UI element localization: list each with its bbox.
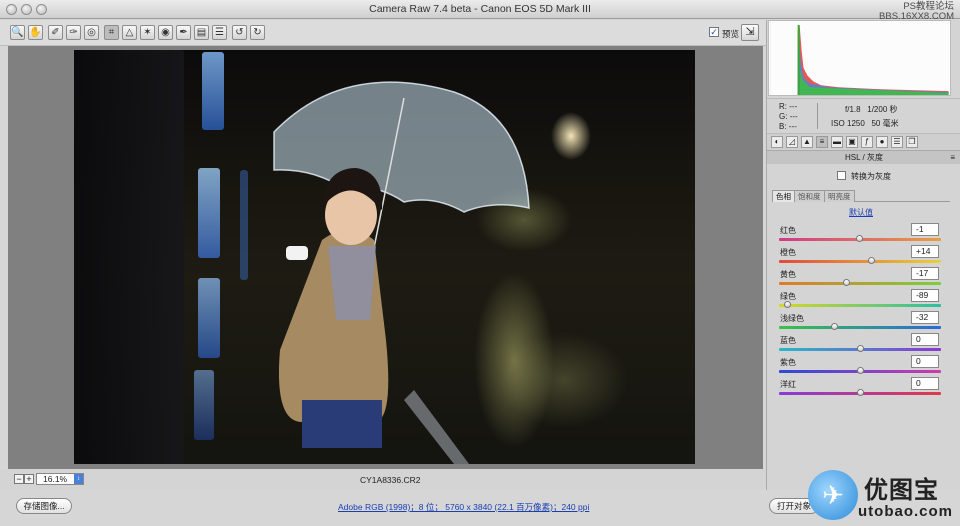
tab-tone-curve-icon[interactable]: ◿ — [786, 136, 798, 148]
default-values-link[interactable]: 默认值 — [849, 207, 873, 218]
slider-row: 黄色 -17 — [767, 267, 960, 289]
histogram — [768, 20, 951, 96]
rotate-left-icon[interactable]: ↺ — [232, 25, 247, 40]
panel-menu-icon[interactable]: ≡ — [950, 151, 955, 164]
right-panel: R: --- G: --- B: --- f/1.8 1/200 秒 ISO 1… — [766, 20, 960, 490]
slider-thumb[interactable] — [830, 323, 838, 330]
adjustment-brush-tool-icon[interactable]: ✒ — [176, 25, 191, 40]
watermark-url: utobao.com — [858, 503, 953, 520]
slider-thumb[interactable] — [842, 279, 850, 286]
exif-iso-focal: ISO 1250 50 毫米 — [831, 119, 899, 128]
crop-tool-icon[interactable]: ⌗ — [104, 25, 119, 40]
tab-lens-icon[interactable]: ▣ — [846, 136, 858, 148]
red-eye-tool-icon[interactable]: ◉ — [158, 25, 173, 40]
tab-detail-icon[interactable]: ▲ — [801, 136, 813, 148]
bird-logo-icon: ✈ — [808, 470, 858, 520]
zoom-level-value: 16.1% — [43, 474, 68, 484]
white-balance-tool-icon[interactable]: ✐ — [48, 25, 63, 40]
zoom-in-icon[interactable]: + — [24, 474, 34, 484]
slider-row: 洋红 0 — [767, 377, 960, 399]
slider-value-field[interactable]: -1 — [911, 223, 939, 236]
slider-row: 蓝色 0 — [767, 333, 960, 355]
slider-row: 红色 -1 — [767, 223, 960, 245]
slider-row: 浅绿色 -32 — [767, 311, 960, 333]
slider-thumb[interactable] — [856, 367, 864, 374]
zoom-out-icon[interactable]: − — [14, 474, 24, 484]
slider-thumb[interactable] — [855, 235, 863, 242]
exif-exposure: f/1.8 1/200 秒 — [845, 105, 898, 114]
window-title: Camera Raw 7.4 beta - Canon EOS 5D Mark … — [369, 3, 591, 15]
title-bar: Camera Raw 7.4 beta - Canon EOS 5D Mark … — [0, 0, 960, 22]
slider-track[interactable] — [779, 282, 941, 285]
tab-camera-calibration-icon[interactable]: ● — [876, 136, 888, 148]
subtab-luminance[interactable]: 明亮度 — [824, 190, 855, 202]
section-header: HSL / 灰度 ≡ — [767, 151, 960, 164]
graduated-filter-tool-icon[interactable]: ▤ — [194, 25, 209, 40]
slider-label: 紫色 — [780, 358, 796, 367]
slider-row: 紫色 0 — [767, 355, 960, 377]
tab-split-toning-icon[interactable]: ▬ — [831, 136, 843, 148]
tab-effects-icon[interactable]: ƒ — [861, 136, 873, 148]
tab-basic-icon[interactable]: ◐ — [771, 136, 783, 148]
b-readout: B: --- — [779, 122, 797, 131]
slider-thumb[interactable] — [856, 389, 864, 396]
slider-track[interactable] — [779, 260, 941, 263]
slider-track[interactable] — [779, 304, 941, 307]
slider-value-field[interactable]: 0 — [911, 355, 939, 368]
photo-preview — [74, 50, 695, 464]
save-image-button[interactable]: 存储图像... — [16, 498, 72, 514]
spot-removal-tool-icon[interactable]: ✶ — [140, 25, 155, 40]
readout-area: R: --- G: --- B: --- f/1.8 1/200 秒 ISO 1… — [767, 98, 960, 134]
fullscreen-toggle-icon[interactable]: ⇲ — [741, 24, 759, 41]
slider-label: 橙色 — [780, 248, 796, 257]
slider-label: 红色 — [780, 226, 796, 235]
file-name: CY1A8336.CR2 — [360, 475, 421, 485]
hsl-subtabs: 色相 饱和度 明亮度 — [772, 190, 950, 202]
subtab-hue[interactable]: 色相 — [772, 190, 795, 202]
slider-thumb[interactable] — [856, 345, 864, 352]
r-readout: R: --- — [779, 102, 798, 111]
slider-thumb[interactable] — [867, 257, 875, 264]
slider-label: 黄色 — [780, 270, 796, 279]
slider-value-field[interactable]: 0 — [911, 333, 939, 346]
straighten-tool-icon[interactable]: △ — [122, 25, 137, 40]
preferences-icon[interactable]: ☰ — [212, 25, 227, 40]
slider-label: 浅绿色 — [780, 314, 804, 323]
watermark-logo: ✈ 优图宝 utobao.com — [806, 466, 956, 526]
slider-value-field[interactable]: -32 — [911, 311, 939, 324]
g-readout: G: --- — [779, 112, 798, 121]
rotate-right-icon[interactable]: ↻ — [250, 25, 265, 40]
hand-tool-icon[interactable]: ✋ — [28, 25, 43, 40]
slider-row: 橙色 +14 — [767, 245, 960, 267]
slider-label: 蓝色 — [780, 336, 796, 345]
workflow-options-link[interactable]: Adobe RGB (1998)；8 位； 5760 x 3840 (22.1 … — [338, 501, 589, 513]
status-bar: − + 16.1% ↕ CY1A8336.CR2 — [0, 469, 768, 489]
preview-checkbox[interactable]: ✓ — [709, 27, 719, 37]
watermark-brand: 优图宝 — [864, 477, 939, 504]
camera-raw-window: Camera Raw 7.4 beta - Canon EOS 5D Mark … — [0, 0, 960, 526]
convert-grayscale-label: 转换为灰度 — [851, 172, 891, 181]
panel-tabs: ◐ ◿ ▲ ≡ ▬ ▣ ƒ ● ☰ ❐ — [767, 134, 960, 151]
tab-snapshots-icon[interactable]: ❐ — [906, 136, 918, 148]
color-sampler-tool-icon[interactable]: ✑ — [66, 25, 81, 40]
tab-presets-icon[interactable]: ☰ — [891, 136, 903, 148]
preview-label: 预览 — [722, 29, 740, 39]
subtab-saturation[interactable]: 饱和度 — [794, 190, 825, 202]
zoom-dropdown-icon[interactable]: ↕ — [74, 474, 83, 484]
watermark-top: PS教程论坛 BBS.16XX8.COM — [879, 2, 954, 22]
slider-value-field[interactable]: 0 — [911, 377, 939, 390]
slider-value-field[interactable]: +14 — [911, 245, 939, 258]
slider-row: 绿色 -89 — [767, 289, 960, 311]
convert-grayscale-checkbox[interactable] — [837, 171, 846, 180]
targeted-adjustment-tool-icon[interactable]: ◎ — [84, 25, 99, 40]
slider-value-field[interactable]: -89 — [911, 289, 939, 302]
tab-hsl-icon[interactable]: ≡ — [816, 136, 828, 148]
zoom-tool-icon[interactable]: 🔍 — [10, 25, 25, 40]
slider-track[interactable] — [779, 326, 941, 329]
zoom-level-field[interactable]: 16.1% ↕ — [36, 473, 84, 485]
slider-label: 洋红 — [780, 380, 796, 389]
section-title: HSL / 灰度 — [845, 153, 883, 162]
slider-value-field[interactable]: -17 — [911, 267, 939, 280]
scene-illustration — [273, 81, 530, 464]
